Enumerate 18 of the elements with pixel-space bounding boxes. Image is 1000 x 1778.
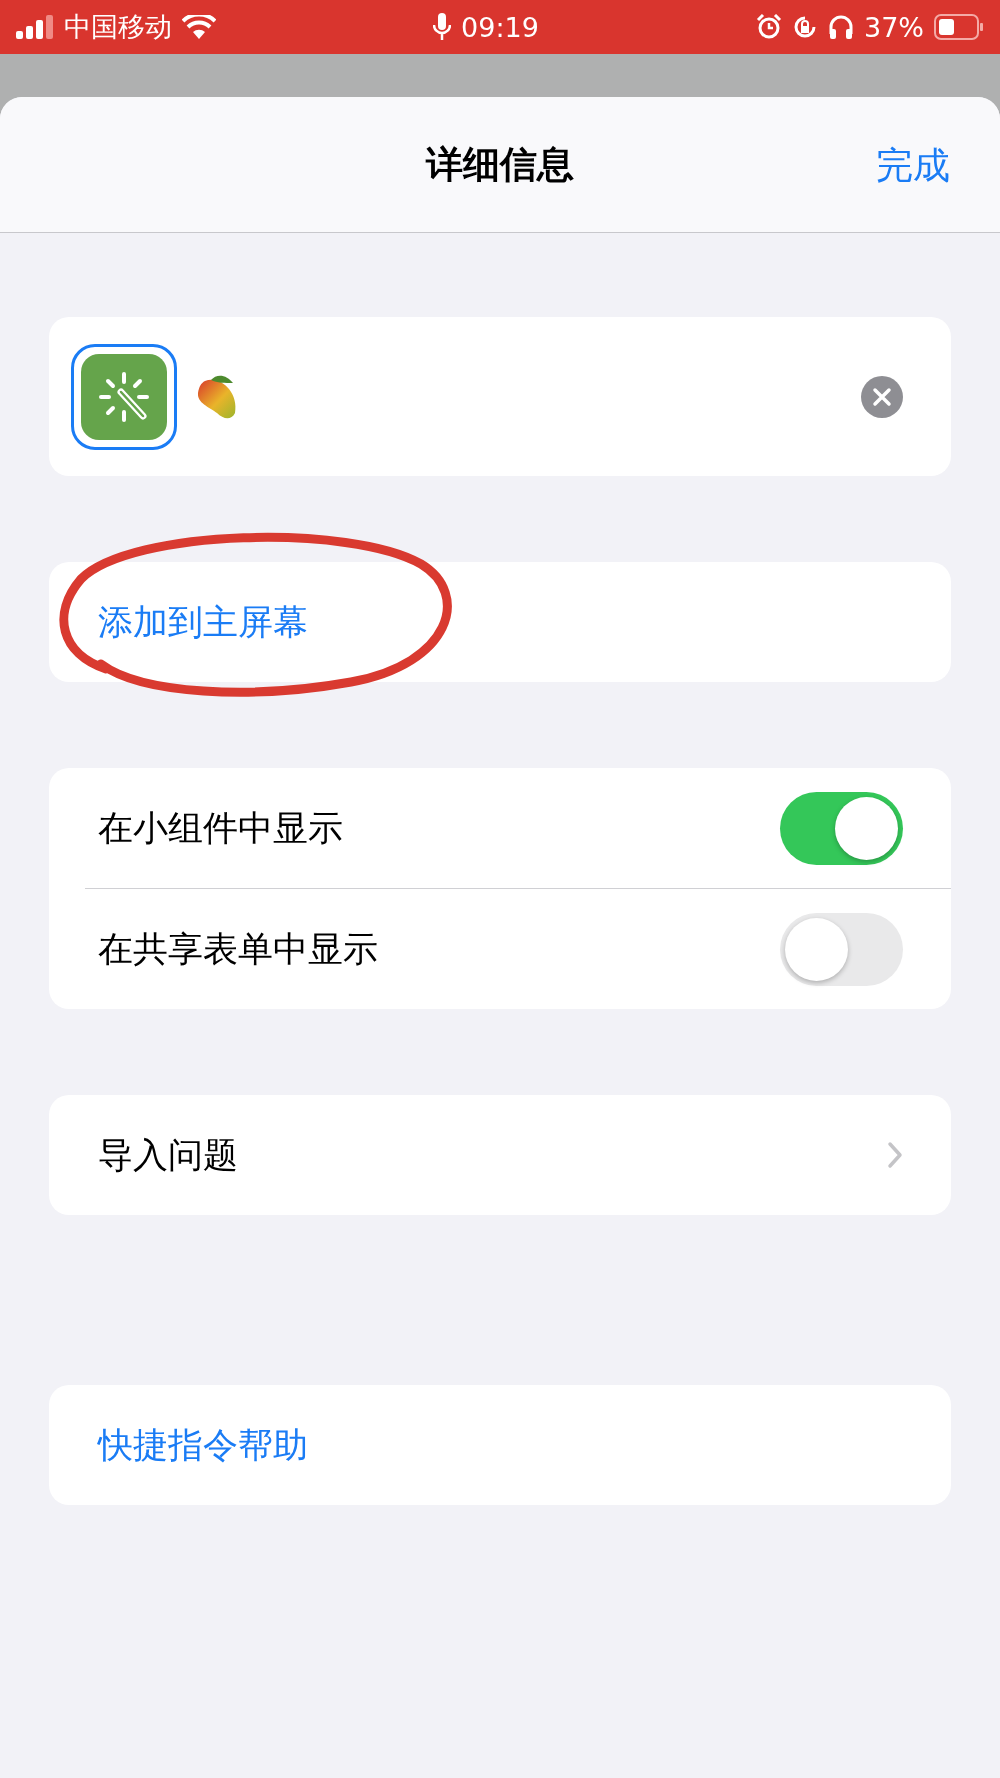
done-button[interactable]: 完成 (876, 135, 950, 197)
rotation-lock-icon (792, 14, 818, 40)
carrier-name: 中国移动 (64, 10, 172, 44)
magic-wand-icon (81, 353, 167, 440)
battery-icon (934, 14, 984, 40)
battery-percent: 37% (864, 11, 924, 43)
sheet-title: 详细信息 (426, 141, 574, 188)
clock-time: 09:19 (461, 11, 539, 43)
signal-icon (16, 15, 54, 39)
toggle-label: 在共享表单中显示 (98, 927, 379, 971)
microphone-icon (433, 13, 452, 41)
toggle-label: 在小组件中显示 (98, 806, 344, 850)
clear-icon[interactable] (861, 375, 903, 418)
chevron-right-icon (887, 1141, 903, 1169)
headphones-icon (828, 14, 854, 40)
alarm-icon (756, 14, 782, 40)
shortcut-icon-frame[interactable] (71, 343, 177, 450)
wifi-icon (182, 15, 216, 39)
